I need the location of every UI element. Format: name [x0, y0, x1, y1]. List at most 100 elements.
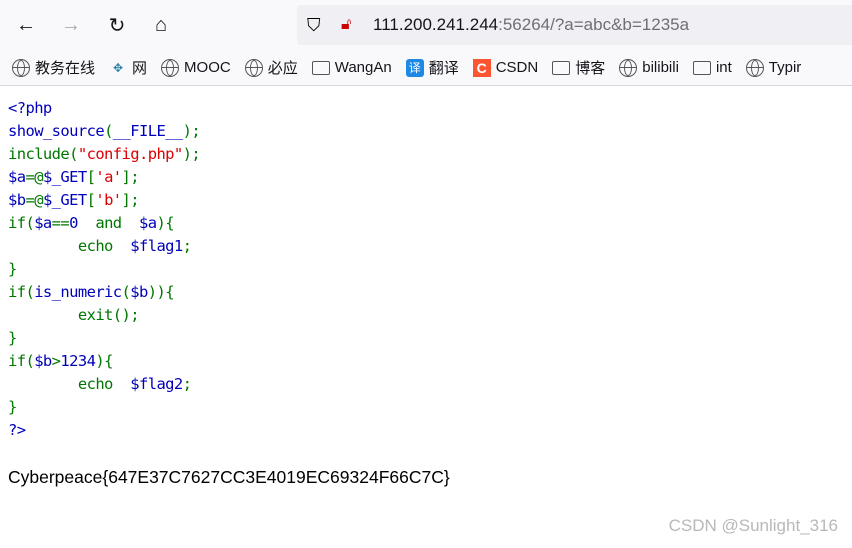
browser-toolbar: ← → ↻ ⌂ ⛉ 🔓︎ 111.200.241.244:56264/?a=ab… — [0, 0, 852, 50]
code-token: ( — [121, 283, 131, 301]
bookmark-item[interactable]: 教务在线 — [12, 57, 95, 78]
forward-button[interactable]: → — [59, 13, 83, 37]
code-token: <?php — [8, 99, 52, 117]
home-button[interactable]: ⌂ — [149, 13, 173, 37]
url-host: 111.200.241.244 — [373, 15, 499, 34]
code-line: <?php — [8, 97, 200, 120]
bookmark-item[interactable]: 译翻译 — [405, 57, 459, 78]
code-token: $a — [8, 168, 26, 186]
code-token: if( — [8, 352, 35, 370]
bookmark-label: int — [715, 59, 732, 76]
site-logo-icon: ✥ — [112, 60, 124, 75]
code-line: show_source(__FILE__); — [8, 120, 201, 143]
code-token: if( — [8, 283, 35, 301]
code-token: ]; — [121, 191, 140, 209]
bookmark-label: bilibili — [642, 59, 679, 76]
code-line: include("config.php"); — [8, 143, 201, 166]
globe-icon — [244, 58, 263, 77]
code-line: echo $flag1; — [8, 235, 200, 258]
bookmark-label: MOOC — [184, 59, 231, 76]
code-line: } — [8, 327, 200, 350]
code-token: echo — [8, 375, 131, 393]
code-token: show_source — [8, 122, 105, 140]
code-token: exit — [8, 306, 114, 324]
code-token: )){ — [147, 283, 175, 301]
code-token: ){ — [156, 214, 174, 232]
code-token: } — [8, 260, 17, 278]
globe-icon — [745, 58, 764, 77]
code-token: ( — [104, 122, 113, 140]
code-token: ); — [182, 145, 201, 163]
address-bar[interactable]: ⛉ 🔓︎ 111.200.241.244:56264/?a=abc&b=1235… — [297, 5, 852, 45]
globe-icon — [12, 58, 30, 77]
code-line: $a=@$_GET['a']; — [8, 166, 200, 189]
bookmark-label: Typir — [768, 59, 802, 76]
code-line: if($a==0 and $a){ — [8, 212, 200, 235]
code-token: if( — [8, 214, 35, 232]
code-token: $flag2 — [130, 375, 183, 393]
code-token: 1234 — [60, 352, 96, 370]
insecure-lock-icon[interactable]: 🔓︎ — [341, 16, 351, 34]
code-token: } — [8, 398, 17, 416]
bookmark-label: 网 — [132, 60, 148, 77]
watermark: CSDN @Sunlight_316 — [668, 516, 838, 535]
code-token: } — [8, 329, 17, 347]
code-token: __FILE__ — [112, 122, 183, 140]
bookmark-label: 博客 — [575, 60, 606, 77]
code-line: if($b>1234){ — [8, 350, 200, 373]
code-line: if(is_numeric($b)){ — [8, 281, 200, 304]
bookmark-item[interactable]: int — [692, 59, 732, 76]
code-line: $b=@$_GET['b']; — [8, 189, 200, 212]
bookmark-label: WangAn — [334, 59, 392, 76]
bookmark-item[interactable]: C CSDN — [472, 58, 539, 77]
url-text[interactable]: 111.200.241.244:56264/?a=abc&b=1235a — [373, 15, 689, 35]
code-token: $b — [8, 191, 26, 209]
code-token: and — [77, 214, 139, 232]
bookmark-item[interactable]: 必应 — [244, 57, 298, 78]
folder-icon — [552, 60, 571, 75]
shield-icon[interactable]: ⛉ — [307, 15, 321, 36]
back-button[interactable]: ← — [14, 13, 38, 37]
code-token: $a — [34, 214, 52, 232]
code-token: ; — [182, 375, 192, 393]
code-token: 0 — [69, 214, 78, 232]
bookmark-item[interactable]: Typir — [745, 58, 802, 77]
bookmark-item[interactable]: MOOC — [161, 58, 231, 77]
code-line: } — [8, 396, 200, 419]
bookmark-item[interactable]: bilibili — [619, 58, 679, 77]
code-line: echo $flag2; — [8, 373, 200, 396]
code-token: $_GET — [42, 168, 87, 186]
reload-button[interactable]: ↻ — [105, 13, 129, 37]
code-token: 'a' — [95, 168, 122, 186]
bookmark-item[interactable]: WangAn — [311, 59, 392, 76]
flag-output: Cyberpeace{647E37C7627CC3E4019EC69324F66… — [8, 467, 450, 487]
code-token: ){ — [95, 352, 113, 370]
code-token: "config.php" — [77, 145, 183, 163]
bookmark-label: CSDN — [495, 59, 539, 76]
code-token: $a — [139, 214, 157, 232]
bookmark-item[interactable]: ✥ 网 — [109, 57, 147, 78]
globe-icon — [161, 58, 180, 77]
code-token: $flag1 — [130, 237, 183, 255]
code-token: ]; — [121, 168, 140, 186]
code-token: $b — [34, 352, 52, 370]
code-token: 'b' — [95, 191, 122, 209]
code-token: ; — [182, 237, 192, 255]
code-token: echo — [8, 237, 131, 255]
url-path: :56264/?a=abc&b=1235a — [498, 15, 690, 34]
bookmark-item[interactable]: 博客 — [552, 57, 605, 78]
code-line: ?> — [8, 419, 200, 442]
php-source-code: <?php show_source(__FILE__); include("conf… — [8, 97, 201, 442]
code-line: } — [8, 258, 200, 281]
bookmark-label: 必应 — [267, 60, 298, 77]
folder-icon — [692, 60, 711, 75]
code-token: is_numeric — [34, 283, 122, 301]
bookmark-label: 教务在线 — [35, 60, 96, 77]
bookmark-label: 翻译 — [428, 60, 459, 77]
translate-icon: 译 — [405, 58, 424, 77]
folder-icon — [311, 60, 330, 75]
csdn-icon: C — [472, 58, 491, 77]
code-token: $_GET — [42, 191, 87, 209]
code-line: exit(); — [8, 304, 200, 327]
code-token: =@ — [25, 191, 43, 209]
